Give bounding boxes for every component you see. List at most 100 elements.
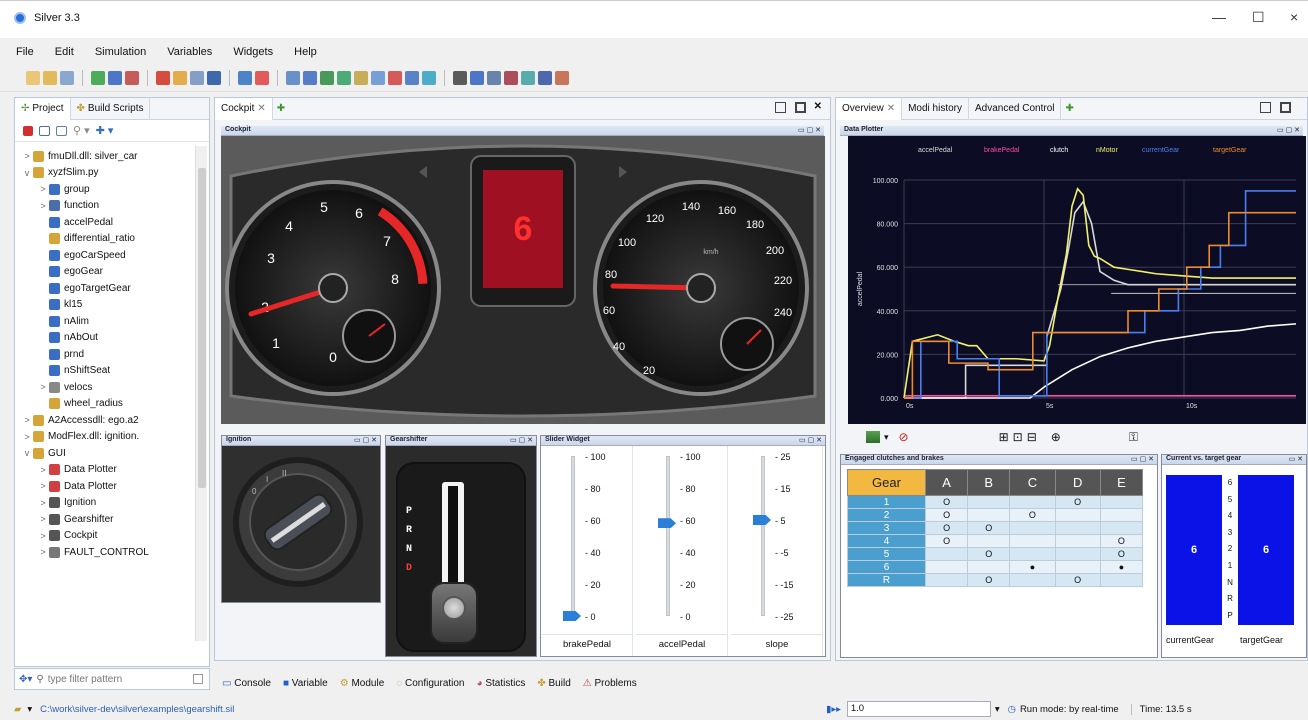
tab-modi-history[interactable]: Modi history <box>902 97 969 120</box>
tab-overview[interactable]: Overview ✕ <box>836 97 903 120</box>
tree-twisty-icon[interactable]: > <box>37 547 49 557</box>
zoom-out-icon[interactable]: ⊟ <box>1027 430 1037 444</box>
filter-input[interactable]: type filter pattern <box>48 674 189 685</box>
subpanel-controls[interactable]: ▭ ▢ ✕ <box>798 126 821 134</box>
toolbar-button-14-icon[interactable] <box>303 70 317 85</box>
tree-item[interactable]: > Data Plotter <box>15 462 193 479</box>
toolbar-button-10-icon[interactable] <box>207 70 221 85</box>
data-plot[interactable]: accelPedal brakePedal clutch nMotor currentG… <box>848 136 1306 424</box>
tree-item[interactable]: v xyzfSlim.py <box>15 165 193 182</box>
tree-item[interactable]: egoGear <box>15 264 193 281</box>
tree-item[interactable]: > Cockpit <box>15 528 193 545</box>
record-icon[interactable]: ⊘ <box>899 430 909 444</box>
tree-item[interactable]: > Gearshifter <box>15 511 193 528</box>
restore-icon[interactable] <box>775 102 786 113</box>
tree-item[interactable]: > FAULT_CONTROL <box>15 544 193 561</box>
close-view-icon[interactable]: ✕ <box>814 101 822 112</box>
tree-twisty-icon[interactable]: > <box>21 151 33 161</box>
tab-close-icon[interactable]: ✕ <box>257 103 265 114</box>
zoom-reset-icon[interactable]: ⊕ <box>1051 430 1061 444</box>
tab-configuration[interactable]: ◌ Configuration <box>396 678 464 689</box>
tab-cockpit[interactable]: Cockpit ✕ <box>215 97 273 120</box>
tree-item[interactable]: accelPedal <box>15 214 193 231</box>
tab-build-scripts[interactable]: ✤ Build Scripts <box>71 97 151 120</box>
collapse-all-icon[interactable] <box>23 125 33 136</box>
tab-console[interactable]: ▭ Console <box>222 678 271 689</box>
tab-advanced-control[interactable]: Advanced Control <box>969 97 1062 120</box>
tree-twisty-icon[interactable]: > <box>37 465 49 475</box>
toolbar-button-9-icon[interactable] <box>190 70 204 85</box>
tree-item[interactable]: v GUI <box>15 445 193 462</box>
status-dropdown-icon[interactable]: ▾ <box>27 704 32 715</box>
add-widget-icon[interactable]: ✚ <box>277 103 285 114</box>
gear-position-p[interactable]: P <box>406 502 412 521</box>
tab-problems[interactable]: ⚠ Problems <box>583 678 637 689</box>
tree-item[interactable]: nShiftSeat <box>15 363 193 380</box>
toolbar-button-5-icon[interactable] <box>108 70 122 85</box>
link-editor-icon[interactable] <box>39 125 50 136</box>
tree-item[interactable]: > fmuDll.dll: silver_car <box>15 148 193 165</box>
filter-options-icon[interactable]: ✥▾ <box>19 674 32 685</box>
tree-item[interactable]: egoCarSpeed <box>15 247 193 264</box>
maximize-view-icon[interactable] <box>795 102 806 113</box>
gear-position-r[interactable]: R <box>406 521 412 540</box>
speed-dropdown-icon[interactable]: ▾ <box>995 704 1000 715</box>
restore-icon[interactable] <box>1260 102 1271 113</box>
run-mode[interactable]: Run mode: by real-time <box>1020 704 1119 715</box>
toolbar-button-24-icon[interactable] <box>487 70 501 85</box>
toolbar-button-8-icon[interactable] <box>173 70 187 85</box>
toolbar-button-13-icon[interactable] <box>286 70 300 85</box>
toolbar-button-3-icon[interactable] <box>60 70 74 85</box>
tree-twisty-icon[interactable]: > <box>21 415 33 425</box>
tree-twisty-icon[interactable]: > <box>37 498 49 508</box>
add-widget-icon[interactable]: ✚ <box>1065 103 1073 114</box>
slider-track[interactable] <box>666 456 670 616</box>
gearshifter-controls[interactable]: ▭ ▢ ✕ <box>510 436 533 444</box>
tree-twisty-icon[interactable]: > <box>37 201 49 211</box>
maximize-button[interactable]: ☐ <box>1252 9 1265 26</box>
toolbar-button-4-icon[interactable] <box>91 70 105 85</box>
slider-thumb[interactable] <box>658 518 676 529</box>
menu-simulation[interactable]: Simulation <box>95 46 146 58</box>
menu-file[interactable]: File <box>16 46 34 58</box>
tree-item[interactable]: > Ignition <box>15 495 193 512</box>
toolbar-button-25-icon[interactable] <box>504 70 518 85</box>
layout-icon[interactable] <box>866 431 880 443</box>
toolbar-button-12-icon[interactable] <box>255 70 269 85</box>
tree-item[interactable]: nAlim <box>15 313 193 330</box>
ignition-controls[interactable]: ▭ ▢ ✕ <box>354 436 377 444</box>
tab-build[interactable]: ✤ Build <box>537 678 570 689</box>
new-icon[interactable]: ✚ ▾ <box>96 124 114 137</box>
tree-twisty-icon[interactable]: > <box>37 382 49 392</box>
clutch-table-controls[interactable]: ▭ ▢ ✕ <box>1131 455 1154 463</box>
tree-scrollbar[interactable] <box>195 146 207 641</box>
gear-lever-button[interactable] <box>442 596 466 620</box>
tree-twisty-icon[interactable]: > <box>37 481 49 491</box>
tab-variable[interactable]: ■ Variable <box>283 678 328 689</box>
tree-item[interactable]: > group <box>15 181 193 198</box>
filter-clear-icon[interactable] <box>193 674 203 684</box>
tree-item[interactable]: > Data Plotter <box>15 478 193 495</box>
tree-item[interactable]: kl15 <box>15 297 193 314</box>
toolbar-button-17-icon[interactable] <box>354 70 368 85</box>
menu-widgets[interactable]: Widgets <box>233 46 273 58</box>
tree-twisty-icon[interactable]: v <box>21 448 33 458</box>
slider-track[interactable] <box>761 456 765 616</box>
plot-area[interactable]: accelPedal brakePedal clutch nMotor currentG… <box>848 136 1306 424</box>
zoom-in-icon[interactable]: ⊞ <box>999 430 1009 444</box>
slider-widget-controls[interactable]: ▭ ▢ ✕ <box>799 436 822 444</box>
tab-project[interactable]: ✢ Project <box>15 97 71 120</box>
tree-twisty-icon[interactable]: > <box>37 514 49 524</box>
tree-item[interactable]: > A2Accessdll: ego.a2 <box>15 412 193 429</box>
slider-track[interactable] <box>571 456 575 616</box>
tree-scrollbar-thumb[interactable] <box>198 168 206 488</box>
tree-twisty-icon[interactable]: > <box>37 531 49 541</box>
tab-close-icon[interactable]: ✕ <box>887 103 895 114</box>
toolbar-button-21-icon[interactable] <box>422 70 436 85</box>
tree-item[interactable]: prnd <box>15 346 193 363</box>
toolbar-button-28-icon[interactable] <box>555 70 569 85</box>
maximize-view-icon[interactable] <box>1280 102 1291 113</box>
toolbar-button-27-icon[interactable] <box>538 70 552 85</box>
toolbar-button-19-icon[interactable] <box>388 70 402 85</box>
tab-module[interactable]: ⚙ Module <box>340 678 385 689</box>
